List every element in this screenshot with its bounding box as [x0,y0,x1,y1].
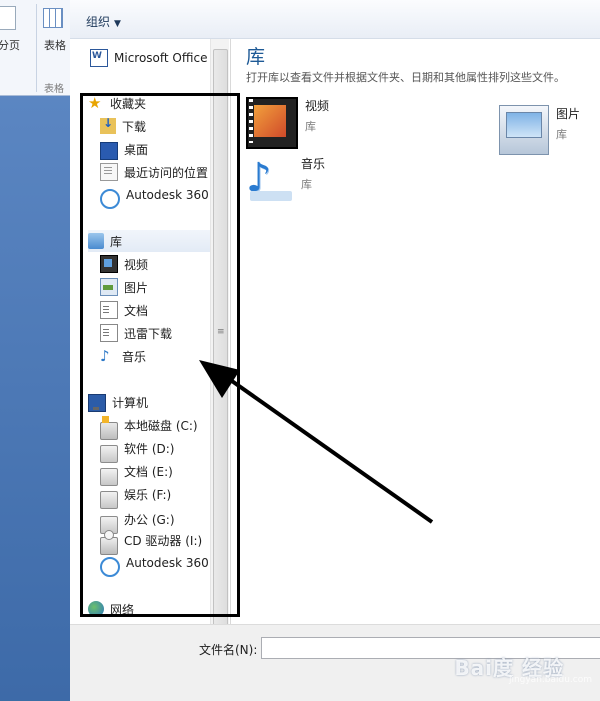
tile-type: 库 [556,128,567,141]
nav-item-label: 文档 [124,303,149,318]
nav-item-microsoft-office[interactable]: Microsoft Office [90,47,230,69]
cloud-icon [100,189,120,209]
video-library-icon [246,97,298,149]
nav-item-label: 最近访问的位置 [124,165,209,180]
library-tile-music[interactable]: ♪ 音乐 库 [246,155,325,203]
nav-item-label: 本地磁盘 (C:) [124,418,198,433]
ribbon-page-label: 分页 [0,39,20,52]
scrollbar-thumb[interactable]: ≡ [213,49,228,626]
music-note-icon: ♪ [100,347,110,365]
dialog-toolbar: 组织 ▼ [70,0,600,39]
nav-item-label: 迅雷下载 [124,326,173,341]
ribbon-separator [36,4,37,92]
nav-item-label: 库 [110,234,123,249]
content-pane: 库 打开库以查看文件并根据文件夹、日期和其他属性排列这些文件。 视频 库 图片 … [231,39,600,624]
picture-library-icon [499,105,549,155]
nav-item-label: 文档 (E:) [124,464,173,479]
cloud-icon [100,557,120,577]
network-globe-icon [88,601,104,617]
nav-item-label: 桌面 [124,142,149,157]
recent-places-icon [100,163,118,181]
library-tile-videos[interactable]: 视频 库 [246,97,329,149]
download-folder-icon [100,116,116,134]
chevron-down-icon: ▼ [114,19,121,29]
tile-type: 库 [301,178,312,191]
document-icon [100,301,118,319]
nav-header-computer[interactable]: 计算机 [88,391,228,413]
ribbon-table-label[interactable]: 表格 [44,37,66,53]
tile-name: 图片 [556,107,581,121]
ribbon-group-label: 表格 [44,84,64,95]
nav-item-label: 下载 [122,119,147,134]
nav-header-libraries[interactable]: 库 [88,230,210,252]
grip-icon: ≡ [217,327,225,337]
computer-icon [88,394,106,412]
nav-item-label: CD 驱动器 (I:) [124,533,203,548]
open-file-dialog: 组织▼ Microsoft Office ★ 收藏夹 下载 桌面 最近访问的位置… [70,0,600,701]
nav-item-label: 音乐 [122,349,147,364]
organize-button[interactable]: 组织 ▼ [86,13,121,30]
nav-header-network[interactable]: 网络 [88,598,228,620]
navigation-pane[interactable]: Microsoft Office ★ 收藏夹 下载 桌面 最近访问的位置 Aut… [70,39,231,624]
nav-item-label: Autodesk 360 [126,188,209,202]
word-document-icon [90,49,108,67]
tile-name: 视频 [305,99,330,113]
star-icon: ★ [88,94,102,112]
library-tile-pictures[interactable]: 图片 库 [499,105,580,155]
document-icon [100,324,118,342]
music-library-icon: ♪ [246,155,294,203]
background-ribbon: 分页 表格 表格 [0,0,70,96]
nav-item-label: Autodesk 360 [126,556,209,570]
desktop-icon [100,142,118,160]
nav-item-label: 图片 [124,280,149,295]
nav-item-label: 网络 [110,602,135,617]
filename-label: 文件名(N): [199,643,258,657]
nav-item-label: 计算机 [112,395,149,410]
library-icon [88,233,104,249]
nav-item-label: 软件 (D:) [124,441,175,456]
nav-scrollbar[interactable]: ≡ [210,39,229,626]
video-icon [100,255,118,273]
nav-item-label: 办公 (G:) [124,512,175,527]
background-window [0,0,70,700]
page-title: 库 [246,46,266,68]
library-description: 打开库以查看文件并根据文件夹、日期和其他属性排列这些文件。 [246,71,565,84]
picture-icon [100,278,118,296]
table-icon[interactable] [43,8,63,28]
tile-name: 音乐 [301,157,326,171]
nav-item-label: Microsoft Office [114,51,208,65]
tile-type: 库 [305,120,316,133]
nav-item-label: 收藏夹 [110,96,147,111]
nav-header-favorites[interactable]: ★ 收藏夹 [88,92,228,114]
organize-label: 组织 [86,15,111,29]
watermark-url: jingyan.baidu.com [508,675,592,685]
hard-drive-icon [100,491,118,509]
ribbon-page-icon [0,6,16,30]
nav-item-label: 娱乐 (F:) [124,487,172,502]
nav-item-label: 视频 [124,257,149,272]
